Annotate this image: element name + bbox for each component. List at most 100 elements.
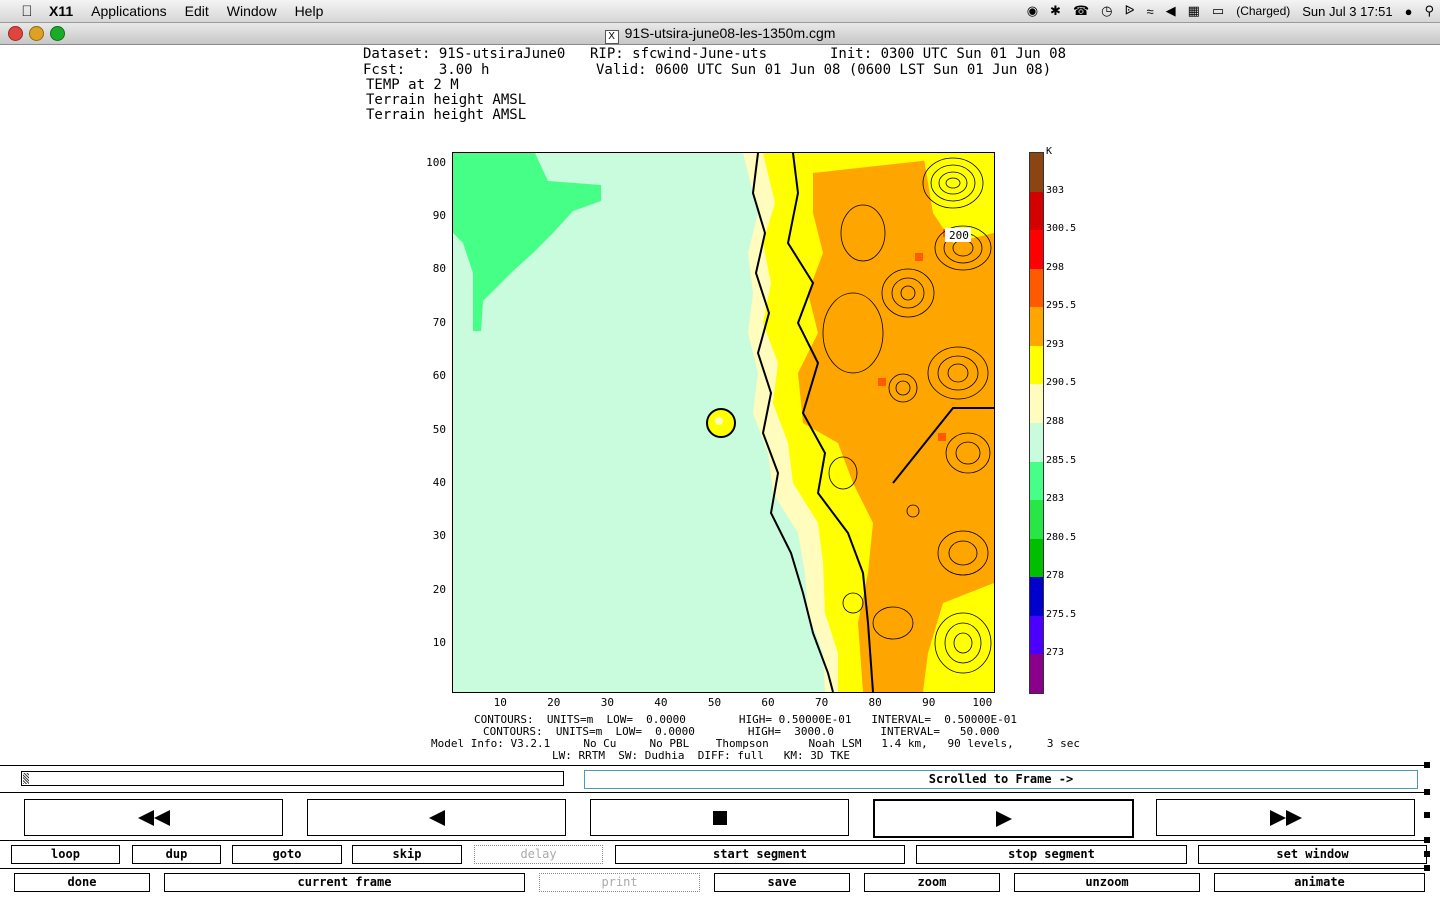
y-tick-label: 100 <box>426 155 446 169</box>
loop-button[interactable]: loop <box>11 845 120 864</box>
colorbar-label: 295.5 <box>1046 300 1077 312</box>
menu-app[interactable]: X11 <box>40 3 82 19</box>
step-forward-icon <box>995 810 1012 827</box>
divider <box>0 765 1428 766</box>
animate-button[interactable]: animate <box>1214 873 1425 892</box>
colorbar-label: 275.5 <box>1046 608 1077 620</box>
done-button[interactable]: done <box>14 873 150 892</box>
x-tick-label: 30 <box>600 696 614 709</box>
colorbar-segment <box>1030 384 1043 424</box>
set-window-button[interactable]: set window <box>1198 845 1427 864</box>
y-tick-label: 20 <box>432 582 446 596</box>
menu-applications[interactable]: Applications <box>82 3 176 19</box>
panel-marker <box>1424 851 1430 857</box>
colorbar-segment <box>1030 191 1043 231</box>
start-segment-button[interactable]: start segment <box>615 845 905 864</box>
frame-status-label: Scrolled to Frame -> <box>584 770 1418 789</box>
x-tick-label: 100 <box>972 696 993 709</box>
footer-contours-2: CONTOURS: UNITS=m LOW= 0.0000 HIGH= 3000… <box>483 725 1000 738</box>
x11-document-icon: X <box>604 30 619 44</box>
window-title: X 91S-utsira-june08-les-1350m.cgm <box>0 25 1440 44</box>
time-machine-icon[interactable]: ◷ <box>1095 3 1118 19</box>
step-forward-button[interactable] <box>873 799 1134 838</box>
stop-segment-button[interactable]: stop segment <box>916 845 1187 864</box>
colorbar-segment <box>1030 538 1043 578</box>
menubar:  X11 Applications Edit Window Help ◉ ✱ … <box>0 0 1440 23</box>
x-tick-label: 60 <box>761 696 775 709</box>
skip-button[interactable]: skip <box>352 845 462 864</box>
fast-forward-button[interactable] <box>1156 799 1415 836</box>
header-field: TEMP at 2 M <box>366 77 459 93</box>
battery-status[interactable]: (Charged) <box>1230 4 1296 18</box>
unzoom-button[interactable]: unzoom <box>1014 873 1200 892</box>
step-back-icon <box>428 809 445 826</box>
wifi-icon[interactable]: ≈ <box>1140 4 1159 19</box>
clock[interactable]: Sun Jul 3 17:51 <box>1296 4 1398 19</box>
colorbar-label: 283 <box>1046 493 1065 505</box>
colorbar-label: 298 <box>1046 261 1065 273</box>
x-tick-label: 20 <box>547 696 561 709</box>
step-back-button[interactable] <box>307 799 566 836</box>
x-tick-label: 90 <box>922 696 936 709</box>
menu-edit[interactable]: Edit <box>176 3 218 19</box>
colorbar <box>1029 152 1044 694</box>
scrollbar-thumb[interactable] <box>23 773 29 784</box>
colorbar-segment <box>1030 500 1043 540</box>
zoom-button[interactable]: zoom <box>864 873 1000 892</box>
current-frame-button[interactable]: current frame <box>164 873 525 892</box>
header-overlay-2: Terrain height AMSL <box>366 107 527 123</box>
x-tick-label: 50 <box>707 696 722 709</box>
battery-icon[interactable]: ▭ <box>1206 3 1230 19</box>
calendar-icon[interactable]: ▦ <box>1182 3 1206 19</box>
colorbar-segment <box>1030 461 1043 501</box>
colorbar-segment <box>1030 307 1043 347</box>
colorbar-label: 288 <box>1046 416 1065 427</box>
delay-button[interactable]: delay <box>474 845 603 864</box>
y-tick-label: 70 <box>432 315 446 329</box>
dup-button[interactable]: dup <box>132 845 221 864</box>
temperature-map-plot[interactable]: 200 <box>452 152 995 693</box>
y-tick-label: 80 <box>432 262 446 276</box>
colorbar-label: 290.5 <box>1046 377 1077 389</box>
goto-button[interactable]: goto <box>232 845 342 864</box>
contour-label: 200 <box>949 229 969 242</box>
colorbar-unit: K <box>1046 146 1053 157</box>
hot-cell <box>938 433 946 441</box>
panel-marker <box>1424 837 1430 843</box>
island-core <box>715 417 723 425</box>
frame-scrollbar[interactable] <box>21 771 564 786</box>
apple-icon[interactable]:  <box>14 3 40 20</box>
save-button[interactable]: save <box>714 873 850 892</box>
bluetooth-icon[interactable]: ᐉ <box>1118 3 1140 19</box>
colorbar-segment <box>1030 577 1043 617</box>
volume-icon[interactable]: ◀ <box>1160 3 1182 19</box>
bluetooth-tool-icon[interactable]: ✱ <box>1044 3 1067 19</box>
y-tick-label: 10 <box>432 635 446 649</box>
divider <box>0 840 1428 841</box>
phone-icon[interactable]: ☎ <box>1067 3 1095 19</box>
window-titlebar: X 91S-utsira-june08-les-1350m.cgm <box>0 23 1440 45</box>
header-overlay-1: Terrain height AMSL <box>366 92 527 108</box>
colorbar-segment <box>1030 423 1043 463</box>
menu-window[interactable]: Window <box>218 3 286 19</box>
fast-rewind-button[interactable] <box>24 799 283 836</box>
colorbar-segment <box>1030 230 1043 270</box>
spotlight-search-icon[interactable]: ⚲ <box>1418 3 1440 19</box>
y-tick-label: 50 <box>432 422 446 436</box>
x-tick-label: 80 <box>868 696 882 709</box>
print-button[interactable]: print <box>539 873 700 892</box>
user-icon[interactable]: ● <box>1399 4 1419 19</box>
hot-cell <box>915 253 923 261</box>
y-tick-label: 60 <box>432 369 446 383</box>
fast-rewind-icon <box>137 809 170 826</box>
menu-help[interactable]: Help <box>286 3 333 19</box>
panel-marker <box>1424 762 1430 768</box>
temperature-map-svg: 200 <box>453 153 994 692</box>
header-valid: Valid: 0600 UTC Sun 01 Jun 08 (0600 LST … <box>596 62 1052 78</box>
colorbar-segment <box>1030 345 1043 385</box>
stop-button[interactable] <box>590 799 849 836</box>
panel-marker <box>1424 812 1430 818</box>
user-status-icon[interactable]: ◉ <box>1021 3 1044 19</box>
header-init: Init: 0300 UTC Sun 01 Jun 08 <box>830 46 1067 62</box>
status-area: ◉ ✱ ☎ ◷ ᐉ ≈ ◀ ▦ ▭ (Charged) Sun Jul 3 17… <box>1021 0 1440 22</box>
